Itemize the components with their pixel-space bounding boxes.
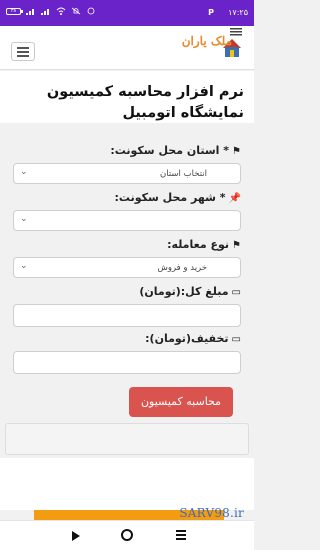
province-label: ⚑* استان محل سکونت: bbox=[110, 144, 241, 157]
battery-icon: ۳۸ bbox=[6, 7, 23, 15]
logo-text[interactable]: ملک یاران bbox=[182, 34, 232, 48]
back-icon[interactable] bbox=[72, 531, 80, 541]
status-bar: ۳۸ P ۱۷:۲۵ bbox=[0, 0, 254, 26]
content-gap bbox=[0, 458, 254, 510]
hamburger-menu-button[interactable] bbox=[11, 42, 35, 61]
amount-input[interactable] bbox=[13, 304, 241, 327]
status-time: ۱۷:۲۵ bbox=[228, 8, 248, 17]
province-select[interactable]: انتخاب استان ⌄ bbox=[13, 163, 241, 184]
discount-input[interactable] bbox=[13, 351, 241, 374]
deal-select[interactable]: خرید و فروش ⌄ bbox=[13, 257, 241, 278]
deal-label-text: نوع معامله: bbox=[167, 238, 230, 251]
calculate-commission-button[interactable]: محاسبه کمیسیون bbox=[129, 387, 233, 417]
amount-label: ▭مبلغ کل:(تومان) bbox=[139, 285, 241, 298]
page-title: نرم افزار محاسبه کمیسیون نمایشگاه اتومبی… bbox=[46, 84, 244, 121]
result-box bbox=[5, 423, 249, 455]
money-icon: ▭ bbox=[231, 334, 241, 345]
home-icon[interactable] bbox=[121, 529, 133, 541]
site-header: ملک یاران bbox=[0, 26, 254, 70]
signal-icon bbox=[41, 9, 49, 15]
bell-off-icon bbox=[71, 7, 81, 15]
hamburger-line bbox=[17, 51, 29, 53]
chevron-down-icon: ⌄ bbox=[20, 167, 28, 177]
deal-label: ⚑نوع معامله: bbox=[167, 238, 241, 251]
money-icon: ▭ bbox=[231, 287, 241, 298]
province-select-value: انتخاب استان bbox=[160, 169, 207, 179]
commission-form: ⚑* استان محل سکونت: انتخاب استان ⌄ 📌* شه… bbox=[5, 124, 249, 424]
city-label-text: * شهر محل سکونت: bbox=[114, 191, 226, 204]
discount-label: ▭تخفیف(تومان): bbox=[145, 332, 241, 345]
hamburger-line bbox=[17, 55, 29, 57]
chevron-down-icon: ⌄ bbox=[20, 214, 28, 224]
flag-icon: ⚑ bbox=[232, 146, 241, 157]
hamburger-icon bbox=[17, 47, 29, 49]
city-select[interactable]: ⌄ bbox=[13, 210, 241, 231]
alarm-icon bbox=[87, 7, 95, 15]
signal-icon bbox=[26, 9, 34, 15]
recent-apps-icon[interactable] bbox=[176, 530, 186, 540]
system-navbar bbox=[0, 520, 254, 550]
parking-icon: P bbox=[208, 8, 214, 17]
flag-icon: ⚑ bbox=[232, 240, 241, 251]
deal-select-value: خرید و فروش bbox=[157, 263, 207, 273]
amount-label-text: مبلغ کل:(تومان) bbox=[139, 285, 229, 298]
wifi-icon bbox=[56, 7, 66, 15]
city-label: 📌* شهر محل سکونت: bbox=[115, 191, 241, 204]
status-icons: ۳۸ bbox=[6, 7, 96, 15]
pin-icon: 📌 bbox=[228, 193, 241, 204]
province-label-text: * استان محل سکونت: bbox=[110, 144, 230, 157]
chevron-down-icon: ⌄ bbox=[20, 261, 28, 271]
battery-level: ۳۸ bbox=[10, 7, 17, 14]
discount-label-text: تخفیف(تومان): bbox=[145, 332, 229, 345]
watermark: SARV98.ir bbox=[179, 506, 244, 520]
